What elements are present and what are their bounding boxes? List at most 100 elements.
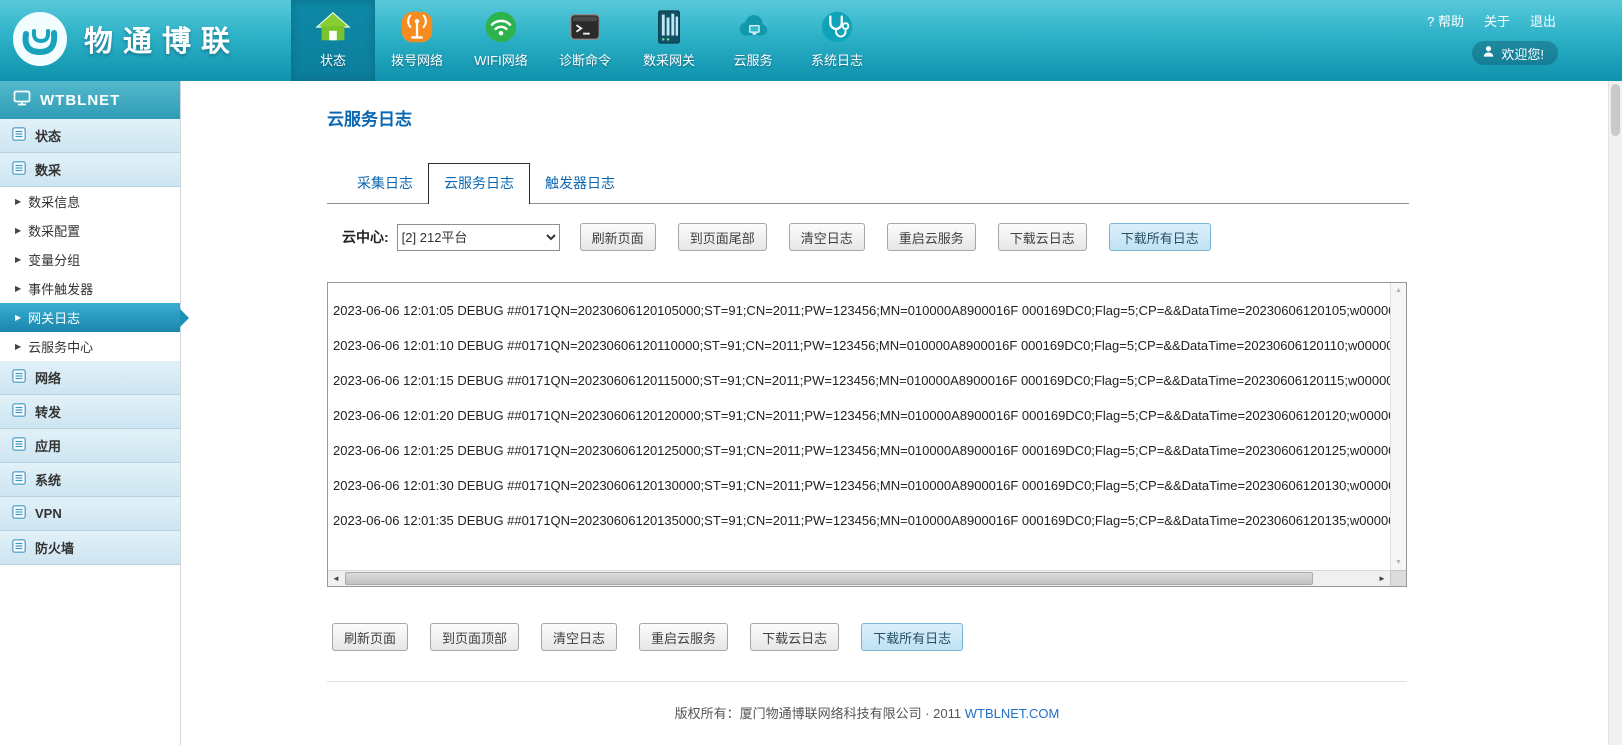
sidebar-item-forwarding[interactable]: 转发 [0, 395, 180, 429]
triangle-icon: ▶ [15, 284, 21, 293]
horizontal-scroll-thumb[interactable] [345, 572, 1313, 585]
list-icon [12, 161, 26, 178]
sidebar-item-cloud-service-center[interactable]: ▶ 云服务中心 [0, 332, 180, 361]
sidebar-item-system[interactable]: 系统 [0, 463, 180, 497]
nav-item-status[interactable]: 状态 [291, 0, 375, 81]
sidebar-item-variable-group[interactable]: ▶ 变量分组 [0, 245, 180, 274]
list-icon [12, 471, 26, 488]
triangle-icon: ▶ [15, 255, 21, 264]
company-logo-icon [10, 9, 70, 69]
scroll-left-arrow-icon[interactable]: ◄ [328, 571, 344, 587]
scroll-up-arrow-icon[interactable]: ▲ [1395, 283, 1402, 298]
bottom-controls-row: 刷新页面 到页面顶部 清空日志 重启云服务 下载云日志 下载所有日志 [327, 623, 1409, 651]
sidebar-item-label: 云服务中心 [28, 337, 93, 356]
footer-divider [327, 681, 1407, 682]
nav-item-diagnostic-command[interactable]: 诊断命令 [543, 0, 627, 81]
sidebar-item-data-config[interactable]: ▶ 数采配置 [0, 216, 180, 245]
triangle-icon: ▶ [15, 313, 21, 322]
log-line: 2023-06-06 12:01:10 DEBUG ##0171QN=20230… [333, 328, 1390, 363]
stethoscope-icon [817, 7, 857, 47]
clear-log-button-bottom[interactable]: 清空日志 [541, 623, 617, 651]
top-controls-row: 云中心: [2] 212平台 刷新页面 到页面尾部 清空日志 重启云服务 下载云… [327, 223, 1409, 251]
nav-item-label: WIFI网络 [474, 50, 527, 69]
download-all-logs-button-bottom[interactable]: 下载所有日志 [861, 623, 963, 651]
scroll-right-arrow-icon[interactable]: ► [1374, 571, 1390, 587]
nav-item-wifi-network[interactable]: WIFI网络 [459, 0, 543, 81]
download-cloud-log-button-bottom[interactable]: 下载云日志 [750, 623, 839, 651]
tab-cloud-service-log[interactable]: 云服务日志 [428, 163, 530, 204]
tab-trigger-log[interactable]: 触发器日志 [530, 164, 630, 203]
nav-item-data-gateway[interactable]: 数采网关 [627, 0, 711, 81]
sidebar-item-label: 系统 [35, 470, 61, 489]
user-icon [1482, 45, 1495, 61]
log-horizontal-scrollbar[interactable]: ◄ ► [328, 570, 1390, 586]
content: 云服务日志 采集日志 云服务日志 触发器日志 云中心: [2] 212平台 刷新… [327, 81, 1409, 722]
scroll-down-arrow-icon[interactable]: ▼ [1395, 555, 1402, 570]
list-icon [12, 127, 26, 144]
sidebar-item-application[interactable]: 应用 [0, 429, 180, 463]
download-all-logs-button-top[interactable]: 下载所有日志 [1109, 223, 1211, 251]
nav-item-cloud-service[interactable]: 云服务 [711, 0, 795, 81]
clear-log-button-top[interactable]: 清空日志 [789, 223, 865, 251]
log-line: 2023-06-06 12:01:05 DEBUG ##0171QN=20230… [333, 293, 1390, 328]
nav-item-label: 拨号网络 [391, 50, 443, 69]
page-scroll-thumb[interactable] [1611, 84, 1620, 136]
logout-link[interactable]: 退出 [1530, 11, 1556, 30]
tab-collection-log[interactable]: 采集日志 [342, 164, 428, 203]
brand-name: 物通博联 [84, 18, 240, 60]
list-icon [12, 505, 26, 522]
page-title: 云服务日志 [327, 81, 1409, 130]
triangle-icon: ▶ [15, 197, 21, 206]
horizontal-scroll-track[interactable] [344, 571, 1374, 587]
top-header-bar: 物通博联 状态 拨号网络 [0, 0, 1622, 81]
sidebar-item-label: 应用 [35, 436, 61, 455]
sidebar-item-label: 防火墙 [35, 538, 74, 557]
welcome-text: 欢迎您! [1501, 44, 1544, 63]
list-icon [12, 369, 26, 386]
log-viewer: 2023-06-06 12:01:05 DEBUG ##0171QN=20230… [327, 282, 1407, 587]
sidebar-item-event-trigger[interactable]: ▶ 事件触发器 [0, 274, 180, 303]
cloud-center-select[interactable]: [2] 212平台 [397, 224, 560, 251]
refresh-page-button-top[interactable]: 刷新页面 [580, 223, 656, 251]
go-page-top-button[interactable]: 到页面顶部 [430, 623, 519, 651]
download-cloud-log-button-top[interactable]: 下载云日志 [998, 223, 1087, 251]
help-link[interactable]: ? 帮助 [1427, 11, 1464, 30]
sidebar-title-label: WTBLNET [40, 92, 120, 109]
sidebar-item-label: 数采信息 [28, 192, 80, 211]
sidebar-item-data-info[interactable]: ▶ 数采信息 [0, 187, 180, 216]
sidebar-device-title: WTBLNET [0, 81, 180, 119]
triangle-icon: ▶ [15, 342, 21, 351]
log-vertical-scrollbar[interactable]: ▲ ▼ [1390, 283, 1406, 570]
sidebar-item-vpn[interactable]: VPN [0, 497, 180, 531]
brand: 物通博联 [10, 9, 240, 69]
nav-item-label: 状态 [320, 50, 346, 69]
log-line: 2023-06-06 12:01:20 DEBUG ##0171QN=20230… [333, 398, 1390, 433]
go-page-bottom-button[interactable]: 到页面尾部 [678, 223, 767, 251]
page-vertical-scrollbar[interactable] [1608, 81, 1622, 745]
sidebar-item-label: 数采 [35, 160, 61, 179]
sidebar-item-gateway-log[interactable]: ▶ 网关日志 [0, 303, 180, 332]
cloud-center-label: 云中心: [342, 227, 389, 247]
nav-item-system-log[interactable]: 系统日志 [795, 0, 879, 81]
tab-bar: 采集日志 云服务日志 触发器日志 [327, 163, 1409, 204]
restart-cloud-service-button-bottom[interactable]: 重启云服务 [639, 623, 728, 651]
sidebar-item-status[interactable]: 状态 [0, 119, 180, 153]
company-website-link[interactable]: WTBLNET.COM [965, 706, 1060, 721]
sidebar-item-label: 事件触发器 [28, 279, 93, 298]
refresh-page-button-bottom[interactable]: 刷新页面 [332, 623, 408, 651]
log-line: 2023-06-06 12:01:15 DEBUG ##0171QN=20230… [333, 363, 1390, 398]
footer: 版权所有：厦门物通博联网络科技有限公司 · 2011 WTBLNET.COM [327, 703, 1407, 722]
sidebar: WTBLNET 状态 数采 ▶ 数采信息 ▶ 数采配置 ▶ 变量分组 ▶ 事件触… [0, 81, 181, 745]
terminal-icon [565, 7, 605, 47]
copyright-text: 版权所有：厦门物通博联网络科技有限公司 · 2011 [675, 706, 965, 721]
scrollbar-corner [1390, 570, 1406, 586]
nav-item-dialup-network[interactable]: 拨号网络 [375, 0, 459, 81]
sidebar-item-data-acquisition[interactable]: 数采 [0, 153, 180, 187]
nav-item-label: 数采网关 [643, 50, 695, 69]
sidebar-item-label: 网关日志 [28, 308, 80, 327]
sidebar-item-firewall[interactable]: 防火墙 [0, 531, 180, 565]
about-link[interactable]: 关于 [1484, 11, 1510, 30]
sidebar-item-network[interactable]: 网络 [0, 361, 180, 395]
nav-item-label: 云服务 [733, 50, 772, 69]
restart-cloud-service-button-top[interactable]: 重启云服务 [887, 223, 976, 251]
